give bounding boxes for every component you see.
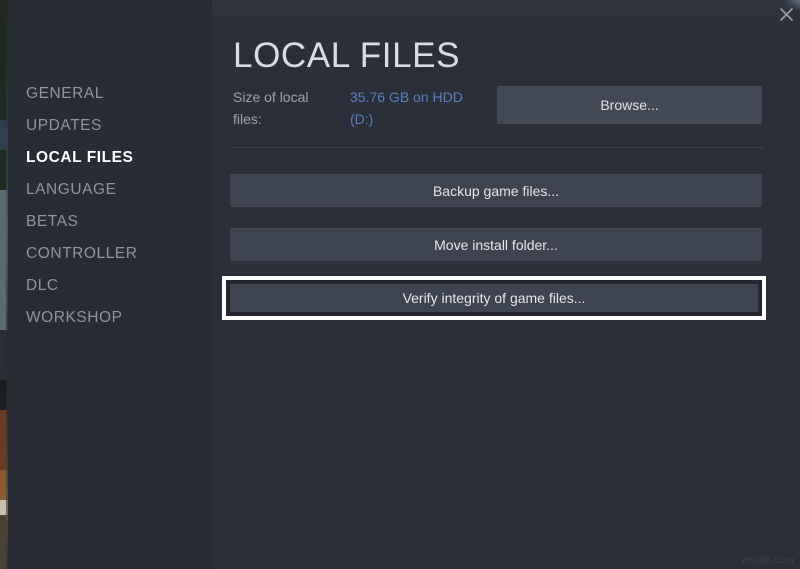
sidebar-item-controller[interactable]: CONTROLLER [0,238,204,270]
sidebar-item-betas[interactable]: BETAS [0,206,204,238]
sidebar-item-label: DLC [26,277,59,294]
sidebar-item-language[interactable]: LANGUAGE [0,174,204,206]
verify-integrity-focus-ring: Verify integrity of game files... [222,276,766,320]
sidebar-item-updates[interactable]: UPDATES [0,110,204,142]
browse-button[interactable]: Browse... [497,86,762,124]
sidebar-item-label: GENERAL [26,85,104,102]
sidebar-item-dlc[interactable]: DLC [0,270,204,302]
sidebar-item-label: WORKSHOP [26,309,123,326]
panel-top-highlight [212,0,800,26]
steam-game-properties-dialog: GENERAL UPDATES LOCAL FILES LANGUAGE BET… [0,0,800,569]
backup-game-files-button[interactable]: Backup game files... [230,174,762,207]
sidebar-item-label: LANGUAGE [26,181,117,198]
sidebar-item-workshop[interactable]: WORKSHOP [0,302,204,334]
sidebar-item-local-files[interactable]: LOCAL FILES [0,142,204,174]
sidebar-item-general[interactable]: GENERAL [0,78,204,110]
sidebar-item-label: UPDATES [26,117,102,134]
verify-integrity-of-game-files-button[interactable]: Verify integrity of game files... [230,284,758,312]
close-button[interactable] [774,2,798,26]
sidebar-item-label: CONTROLLER [26,245,138,262]
local-files-size-row: Size of local files: 35.76 GB on HDD (D:… [233,86,768,132]
settings-nav-list: GENERAL UPDATES LOCAL FILES LANGUAGE BET… [0,78,204,334]
watermark: wsxdn.com [741,555,794,566]
size-of-local-files-value[interactable]: 35.76 GB on HDD (D:) [350,86,480,130]
move-install-folder-button[interactable]: Move install folder... [230,228,762,261]
close-icon [779,7,793,21]
sidebar-item-label: BETAS [26,213,79,230]
section-divider [230,147,765,148]
page-title: LOCAL FILES [233,36,461,75]
sidebar-item-label: LOCAL FILES [26,149,134,166]
size-of-local-files-label: Size of local files: [233,89,309,127]
